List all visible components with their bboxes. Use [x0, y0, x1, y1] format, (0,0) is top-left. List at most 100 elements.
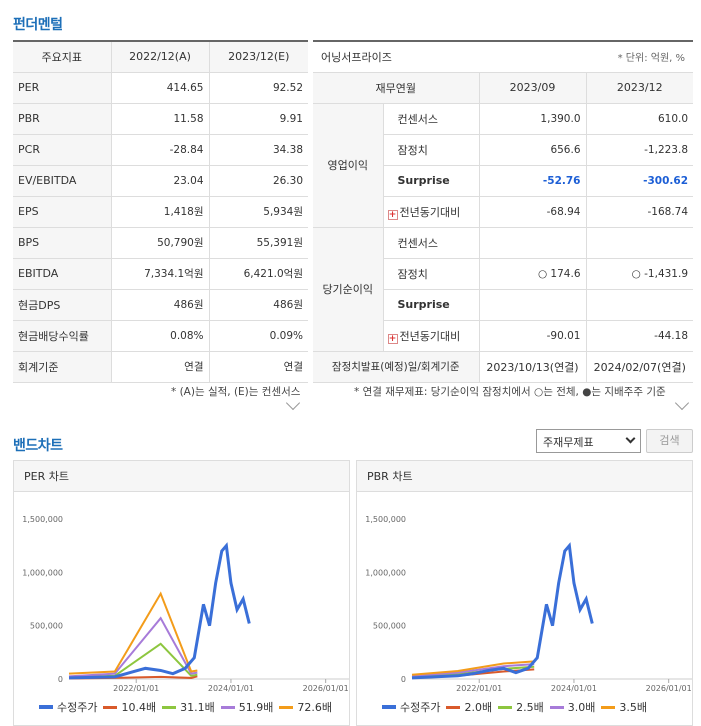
value-estimate: 5,934원: [208, 196, 308, 228]
value-2023-09: -90.01: [478, 320, 586, 352]
col-header: 2023/09: [478, 72, 586, 104]
row-label: 회계기준: [13, 351, 111, 383]
legend-label: 2.5배: [516, 701, 544, 714]
legend-item[interactable]: 31.1배: [162, 699, 215, 715]
value-estimate: 9.91: [208, 103, 308, 135]
value-estimate: 92.52: [208, 72, 308, 104]
value-actual: 23.04: [110, 165, 209, 197]
row-label: Surprise: [382, 165, 479, 197]
row-label: PBR: [13, 103, 111, 135]
x-tick-label: 2024/01/01: [551, 684, 597, 693]
per-legend: 수정주가 10.4배 31.1배 51.9배 72.6배: [14, 699, 349, 716]
legend-item[interactable]: 3.0배: [549, 699, 595, 715]
legend-swatch: [103, 705, 118, 709]
value-actual: 1,418원: [110, 196, 209, 228]
col-header: 2022/12(A): [110, 41, 209, 73]
value-2023-09: 1,390.0: [478, 103, 586, 135]
row-label: Surprise: [382, 289, 479, 321]
legend-item[interactable]: 72.6배: [279, 699, 332, 715]
table-row: PER 414.65 92.52: [13, 72, 308, 104]
pbr-chart: 1,500,000 1,000,000 500,000 0 2022/01/01 2024…: [365, 515, 692, 693]
value-2023-12: [585, 227, 694, 259]
statement-select[interactable]: 주재무제표: [536, 429, 641, 453]
value-2023-12: -300.62: [585, 165, 694, 197]
value-actual: 7,334.1억원: [110, 258, 209, 290]
value-2023-09: -68.94: [478, 196, 586, 228]
col-header: 2023/12(E): [208, 41, 308, 73]
value-2023-12: -44.18: [585, 320, 694, 352]
value-2023-09: [478, 289, 586, 321]
per-chart: 1,500,000 1,000,000 500,000 0 2022/01/01 2024…: [22, 515, 349, 693]
value-actual: 11.58: [110, 103, 209, 135]
legend-swatch: [220, 705, 235, 709]
value-estimate: 연결: [208, 351, 308, 383]
expand-icon[interactable]: +: [387, 209, 398, 220]
group-label: 당기순이익: [313, 227, 383, 352]
col-header: 재무연월: [313, 72, 479, 104]
band-chart-title: 밴드차트: [13, 438, 63, 454]
value-2023-12: -1,223.8: [585, 134, 694, 166]
value-2023-12: [585, 289, 694, 321]
chevron-down-icon: [625, 433, 636, 444]
value-actual: 414.65: [110, 72, 209, 104]
legend-item[interactable]: 3.5배: [601, 699, 647, 715]
legend-item[interactable]: 수정주가: [382, 699, 440, 715]
value-estimate: 6,421.0억원: [208, 258, 308, 290]
value-2023-09: 656.6: [478, 134, 586, 166]
legend-label: 수정주가: [57, 700, 98, 714]
release-date: 2024/02/07(연결): [585, 351, 694, 383]
row-label: PER: [13, 72, 111, 104]
y-tick-label: 1,500,000: [365, 515, 406, 524]
legend-item[interactable]: 수정주가: [39, 699, 97, 715]
series-line: [68, 542, 251, 680]
pbr-legend: 수정주가 2.0배 2.5배 3.0배 3.5배: [357, 699, 692, 716]
y-tick-label: 1,000,000: [365, 568, 406, 577]
value-2023-09: ○ 174.6: [478, 258, 586, 290]
row-label: + 전년동기대비: [382, 320, 479, 352]
legend-item[interactable]: 2.0배: [446, 699, 492, 715]
value-2023-09: [478, 227, 586, 259]
legend-item[interactable]: 2.5배: [498, 699, 544, 715]
legend-label: 2.0배: [464, 701, 493, 714]
table-row: PCR -28.84 34.38: [13, 134, 308, 166]
legend-label: 51.9배: [238, 701, 274, 714]
legend-label: 3.5배: [619, 701, 647, 714]
table-row: 잠정치발표(예정)일/회계기준 2023/10/13(연결) 2024/02/07(…: [313, 351, 694, 383]
row-label: 컨센서스: [382, 103, 479, 135]
group-label: 영업이익: [313, 103, 383, 228]
pbr-chart-panel: PBR 차트 1,500,000 1,000,000 500,000 0 2022/01…: [356, 460, 693, 726]
legend-label: 31.1배: [180, 701, 215, 714]
row-label: PCR: [13, 134, 111, 166]
y-tick-label: 1,000,000: [22, 568, 63, 577]
table-row: BPS 50,790원 55,391원: [13, 227, 308, 259]
col-header: 2023/12: [585, 72, 694, 104]
legend-item[interactable]: 51.9배: [220, 699, 274, 715]
legend-swatch: [446, 705, 461, 709]
value-actual: 486원: [110, 289, 209, 321]
key-indicators-table: 주요지표 2022/12(A) 2023/12(E) PER 414.65 92.5…: [13, 40, 308, 383]
earnings-title: 어닝서프라이즈: [313, 41, 479, 73]
table-row: 영업이익 컨센서스 1,390.0 610.0: [313, 103, 694, 228]
col-header: 주요지표: [13, 41, 111, 73]
release-date: 2023/10/13(연결): [478, 351, 586, 383]
row-label: BPS: [13, 227, 111, 259]
x-tick-label: 2024/01/01: [208, 684, 254, 693]
search-button[interactable]: 검색: [646, 429, 693, 453]
value-estimate: 34.38: [208, 134, 308, 166]
row-label: 잠정치: [382, 258, 479, 290]
expand-icon[interactable]: +: [387, 333, 398, 344]
value-2023-12: ○ -1,431.9: [585, 258, 694, 290]
series-line: [68, 616, 198, 678]
value-actual: 50,790원: [110, 227, 209, 259]
y-tick-label: 500,000: [373, 622, 406, 631]
value-2023-12: 610.0: [585, 103, 694, 135]
legend-swatch: [162, 705, 177, 709]
earnings-note: * 연결 재무제표: 당기순이익 잠정치에서 ○는 전체, ●는 지배주주 기준: [354, 386, 666, 398]
row-label: + 전년동기대비: [382, 196, 479, 228]
legend-swatch: [279, 705, 294, 709]
legend-item[interactable]: 10.4배: [103, 699, 156, 715]
x-tick-label: 2022/01/01: [456, 684, 502, 693]
series-line: [411, 542, 594, 680]
legend-swatch: [39, 704, 53, 709]
y-tick-label: 1,500,000: [22, 515, 63, 524]
